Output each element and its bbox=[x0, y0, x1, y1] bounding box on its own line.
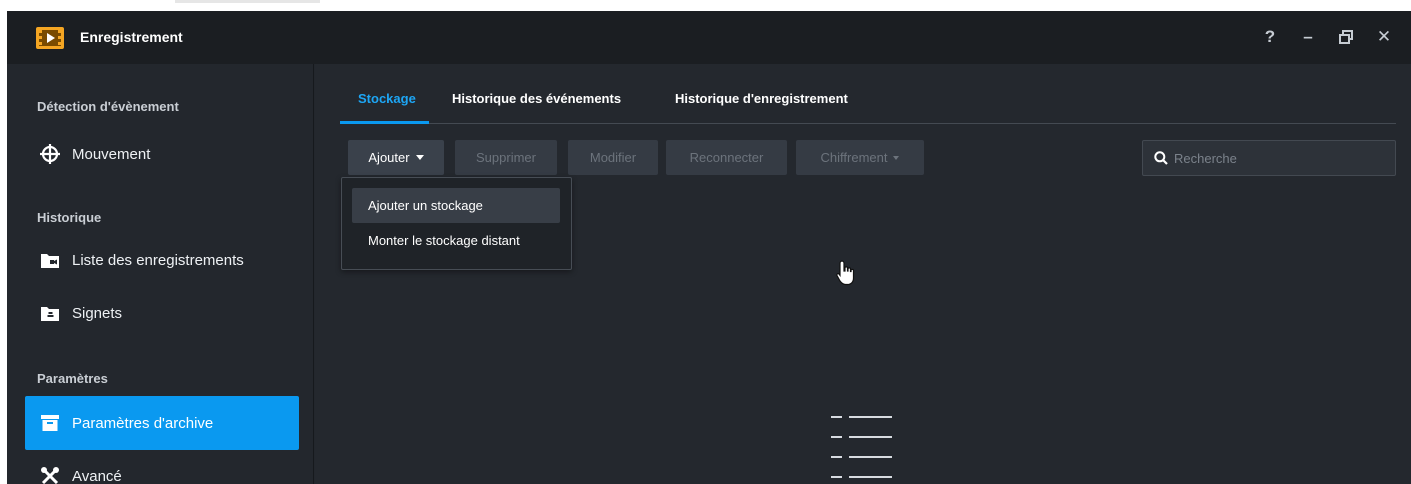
chevron-down-icon bbox=[415, 155, 424, 160]
sidebar: Détection d'évènement Mouvement Historiq… bbox=[7, 64, 314, 484]
section-history: Historique bbox=[37, 210, 102, 225]
add-button[interactable]: Ajouter bbox=[348, 140, 444, 175]
folder-video-icon bbox=[40, 250, 60, 270]
search-input[interactable]: Recherche bbox=[1142, 140, 1396, 176]
tab-bar: Stockage Historique des événements Histo… bbox=[340, 64, 1396, 124]
tab-event-history[interactable]: Historique des événements bbox=[452, 91, 621, 106]
close-icon[interactable]: ✕ bbox=[1372, 25, 1396, 49]
encryption-button[interactable]: Chiffrement bbox=[796, 140, 924, 175]
reconnect-button[interactable]: Reconnecter bbox=[666, 140, 787, 175]
edit-button[interactable]: Modifier bbox=[568, 140, 658, 175]
encryption-button-label: Chiffrement bbox=[820, 150, 888, 165]
chevron-down-icon bbox=[893, 155, 900, 160]
toolbar: Ajouter Supprimer Modifier Reconnecter C… bbox=[340, 140, 1400, 176]
app-window: Enregistrement ? – ✕ Détection d'évèneme… bbox=[7, 11, 1411, 484]
menu-item-add-storage[interactable]: Ajouter un stockage bbox=[352, 188, 560, 223]
active-tab-indicator bbox=[340, 121, 429, 124]
help-icon[interactable]: ? bbox=[1258, 25, 1282, 49]
sidebar-item-label: Signets bbox=[72, 304, 123, 322]
sidebar-item-label: Liste des enregistrements bbox=[72, 251, 244, 269]
sidebar-item-archive-settings[interactable]: Paramètres d'archive bbox=[25, 396, 299, 450]
title-bar: Enregistrement ? – ✕ bbox=[7, 11, 1411, 64]
search-icon bbox=[1154, 151, 1168, 165]
browser-top-strip bbox=[0, 0, 1411, 11]
window-controls: ? – ✕ bbox=[1258, 25, 1396, 49]
minimize-icon[interactable]: – bbox=[1296, 25, 1320, 49]
archive-icon bbox=[40, 413, 60, 433]
sidebar-item-motion[interactable]: Mouvement bbox=[25, 127, 299, 181]
menu-item-mount-remote-storage[interactable]: Monter le stockage distant bbox=[352, 223, 560, 258]
tab-storage[interactable]: Stockage bbox=[358, 91, 416, 106]
sidebar-item-recordings-list[interactable]: Liste des enregistrements bbox=[25, 233, 299, 287]
browser-tab-indicator bbox=[175, 0, 320, 3]
restore-icon[interactable] bbox=[1334, 25, 1358, 49]
window-title: Enregistrement bbox=[80, 29, 183, 45]
sidebar-item-label: Avancé bbox=[72, 467, 122, 484]
tools-icon bbox=[40, 466, 60, 484]
empty-list-icon bbox=[831, 416, 892, 478]
add-button-label: Ajouter bbox=[368, 150, 410, 165]
main-panel: Stockage Historique des événements Histo… bbox=[315, 64, 1411, 484]
restore-glyph bbox=[1339, 30, 1353, 44]
search-placeholder: Recherche bbox=[1174, 150, 1237, 166]
sidebar-item-label: Mouvement bbox=[72, 145, 151, 163]
sidebar-item-label: Paramètres d'archive bbox=[72, 414, 214, 432]
tab-recording-history[interactable]: Historique d'enregistrement bbox=[675, 91, 848, 106]
crosshair-icon bbox=[40, 144, 60, 164]
sidebar-item-bookmarks[interactable]: Signets bbox=[25, 286, 299, 340]
sidebar-item-advanced[interactable]: Avancé bbox=[25, 449, 299, 484]
hand-pointer-cursor-icon bbox=[836, 260, 855, 286]
recording-app-icon bbox=[36, 27, 64, 49]
delete-button[interactable]: Supprimer bbox=[455, 140, 557, 175]
folder-bookmark-icon bbox=[40, 303, 60, 323]
section-settings: Paramètres bbox=[37, 371, 108, 386]
section-event-detection: Détection d'évènement bbox=[37, 99, 179, 114]
add-dropdown-menu: Ajouter un stockage Monter le stockage d… bbox=[341, 177, 572, 270]
